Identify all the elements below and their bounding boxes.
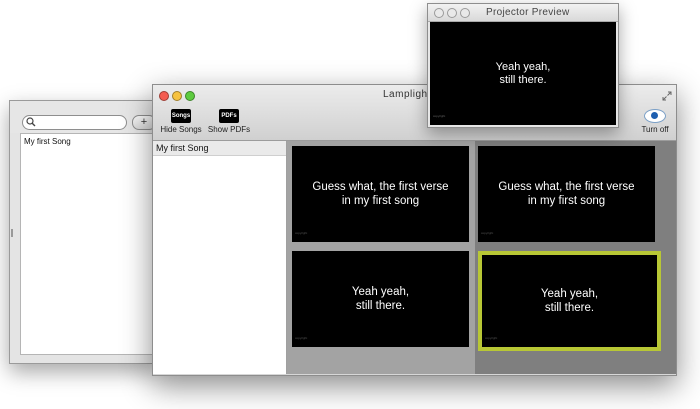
turn-off-label: Turn off	[641, 125, 669, 134]
minimize-button[interactable]	[447, 8, 457, 18]
slide-tile[interactable]: Yeah yeah, still there. copyright	[292, 251, 469, 347]
window-title: Lamplight	[383, 89, 431, 100]
hide-songs-button[interactable]: Songs Hide Songs	[157, 109, 205, 134]
zoom-button[interactable]	[185, 91, 195, 101]
song-list: My first Song	[20, 133, 156, 355]
projector-screen: Yeah yeah, still there. copyright	[430, 22, 616, 125]
projector-copyright: copyright	[433, 114, 446, 118]
eye-icon	[644, 109, 666, 123]
song-pane: My first Song	[153, 141, 287, 374]
slide-tile-active[interactable]: Yeah yeah, still there. copyright	[478, 251, 661, 351]
resize-handle[interactable]	[11, 229, 13, 237]
slide-text: Guess what, the first verse in my first …	[498, 181, 635, 207]
projector-text: Yeah yeah, still there.	[495, 60, 551, 86]
show-pdfs-label: Show PDFs	[207, 125, 251, 134]
list-item[interactable]: My first Song	[21, 134, 155, 146]
library-window: + My first Song	[9, 100, 156, 364]
slide-copyright: copyright	[295, 336, 308, 340]
fullscreen-icon[interactable]	[662, 91, 672, 101]
zoom-button[interactable]	[460, 8, 470, 18]
library-toolbar: +	[10, 101, 156, 133]
show-pdfs-button[interactable]: PDFs Show PDFs	[205, 109, 253, 134]
projector-preview-window: Projector Preview Yeah yeah, still there…	[427, 3, 619, 128]
projector-title: Projector Preview	[486, 7, 570, 18]
slides-pane: Guess what, the first verse in my first …	[287, 141, 676, 374]
search-field[interactable]	[22, 115, 127, 130]
songs-icon: Songs	[171, 109, 191, 123]
slide-text: Guess what, the first verse in my first …	[312, 181, 449, 207]
turn-off-button[interactable]: Turn off	[635, 109, 675, 134]
slide-copyright: copyright	[481, 231, 494, 235]
projector-titlebar[interactable]: Projector Preview	[428, 4, 618, 22]
slide-tile[interactable]: Guess what, the first verse in my first …	[292, 146, 469, 242]
slide-text: Yeah yeah, still there.	[351, 286, 410, 312]
slide-copyright: copyright	[295, 231, 308, 235]
close-button[interactable]	[434, 8, 444, 18]
minimize-button[interactable]	[172, 91, 182, 101]
selected-song-title[interactable]: My first Song	[153, 141, 286, 156]
close-button[interactable]	[159, 91, 169, 101]
slide-copyright: copyright	[485, 336, 498, 340]
slide-tile[interactable]: Guess what, the first verse in my first …	[478, 146, 655, 242]
hide-songs-label: Hide Songs	[160, 125, 202, 134]
pdfs-icon: PDFs	[219, 109, 239, 123]
search-icon	[26, 117, 36, 127]
slide-text: Yeah yeah, still there.	[540, 288, 599, 314]
